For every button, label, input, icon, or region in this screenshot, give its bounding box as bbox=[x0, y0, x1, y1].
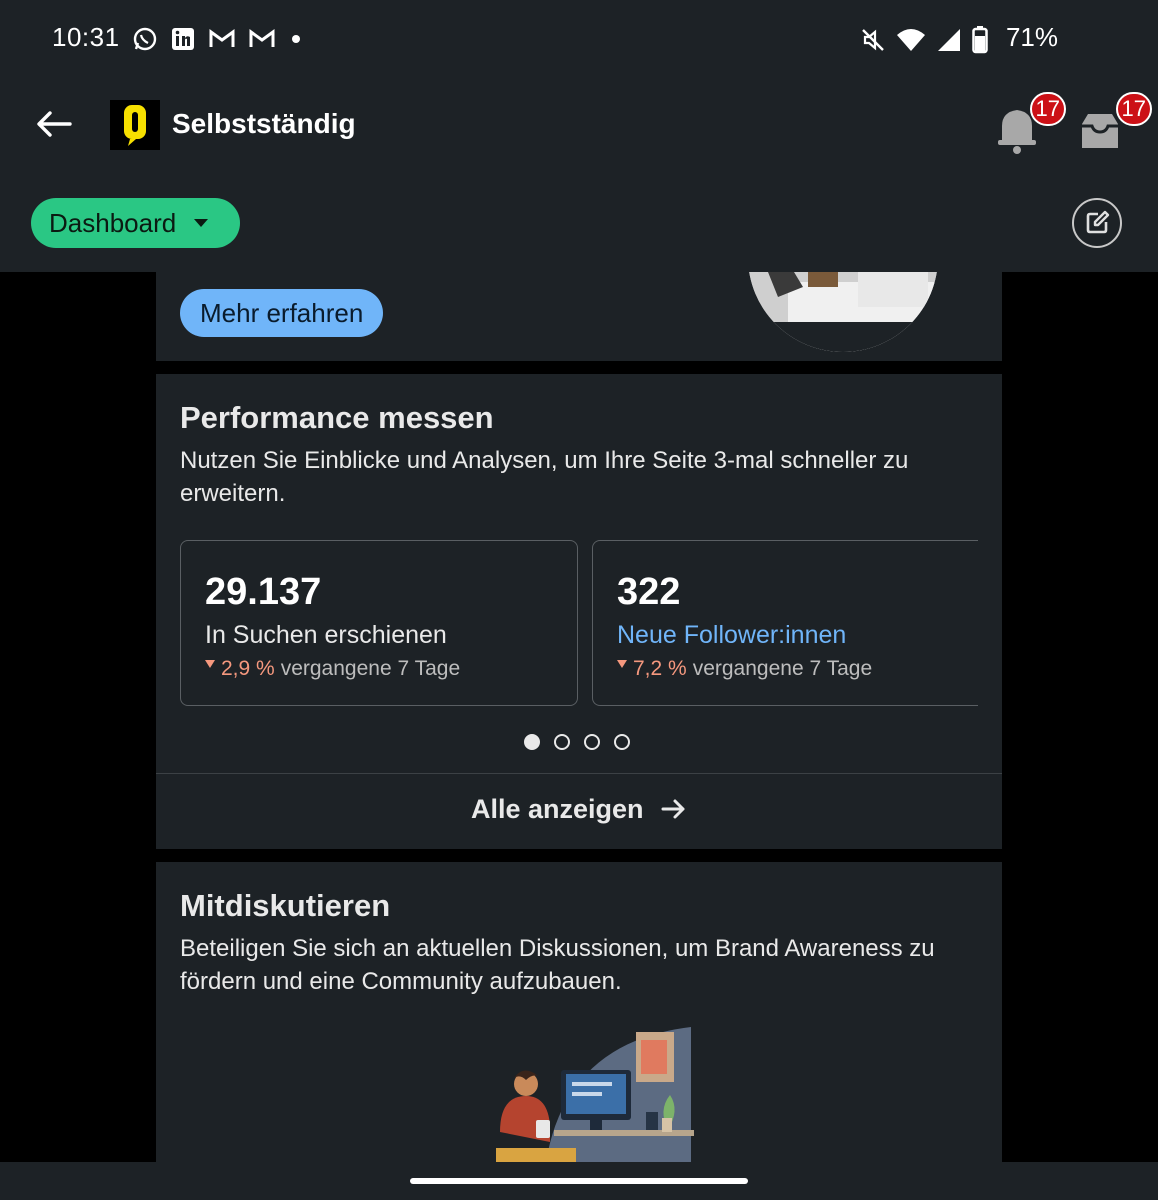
notifications-button[interactable]: 17 bbox=[992, 92, 1066, 158]
metric-change-percent: 2,9 % bbox=[221, 657, 275, 680]
promo-image bbox=[748, 272, 938, 352]
battery-icon bbox=[972, 26, 988, 54]
carousel-dot[interactable] bbox=[584, 734, 600, 750]
metric-label-link[interactable]: Neue Follower:innen bbox=[617, 621, 846, 650]
dot-icon bbox=[292, 35, 300, 43]
discuss-title: Mitdiskutieren bbox=[180, 888, 391, 923]
metric-change: 7,2 % vergangene 7 Tage bbox=[617, 657, 872, 681]
status-time: 10:31 bbox=[52, 22, 120, 52]
carousel-dot[interactable] bbox=[614, 734, 630, 750]
see-all-label: Alle anzeigen bbox=[470, 794, 644, 824]
dashboard-label: Dashboard bbox=[49, 207, 177, 238]
metric-change-period: vergangene 7 Tage bbox=[692, 657, 873, 680]
gmail-icon bbox=[249, 29, 275, 47]
metric-change: 2,9 % vergangene 7 Tage bbox=[205, 657, 460, 681]
discussion-illustration bbox=[496, 1027, 694, 1162]
performance-description: Nutzen Sie Einblicke und Analysen, um Ih… bbox=[180, 447, 909, 507]
promo-card: Mehr erfahren bbox=[156, 272, 1002, 361]
divider bbox=[156, 773, 1002, 774]
performance-title: Performance messen bbox=[180, 400, 494, 435]
metric-card-search[interactable]: 29.137 In Suchen erschienen 2,9 % vergan… bbox=[180, 540, 578, 706]
wifi-icon bbox=[897, 29, 925, 51]
office-photo-icon bbox=[748, 272, 938, 352]
status-bar: 10:31 71% bbox=[0, 0, 1158, 78]
discuss-description: Beteiligen Sie sich an aktuellen Diskuss… bbox=[180, 935, 935, 995]
gesture-bar bbox=[0, 1162, 1158, 1200]
caret-down-icon bbox=[194, 219, 209, 227]
metric-label: In Suchen erschienen bbox=[205, 621, 447, 649]
dashboard-dropdown[interactable]: Dashboard bbox=[31, 198, 240, 248]
system-icons bbox=[860, 26, 988, 54]
notifications-badge: 17 bbox=[1029, 92, 1066, 126]
signal-icon bbox=[938, 29, 960, 51]
see-all-button[interactable]: Alle anzeigen bbox=[156, 794, 1002, 825]
gmail-icon bbox=[209, 29, 235, 47]
mute-icon bbox=[862, 29, 884, 51]
learn-more-button[interactable]: Mehr erfahren bbox=[180, 289, 384, 337]
discuss-card: Mitdiskutieren Beteiligen Sie sich an ak… bbox=[156, 862, 1002, 1162]
trend-down-icon bbox=[617, 660, 627, 668]
notification-icons bbox=[132, 26, 304, 52]
back-arrow-icon[interactable] bbox=[34, 104, 74, 144]
metric-change-percent: 7,2 % bbox=[633, 657, 687, 680]
edit-icon bbox=[1086, 210, 1110, 234]
metric-card-followers[interactable]: 322 Neue Follower:innen 7,2 % vergangene… bbox=[592, 540, 978, 706]
metric-change-period: vergangene 7 Tage bbox=[280, 657, 461, 680]
inbox-button[interactable]: 17 bbox=[1078, 92, 1152, 158]
arrow-right-icon bbox=[661, 799, 685, 819]
carousel-indicator bbox=[524, 734, 630, 750]
home-indicator[interactable] bbox=[410, 1178, 748, 1184]
logo-mark-icon bbox=[124, 105, 146, 146]
edit-button[interactable] bbox=[1072, 198, 1122, 248]
carousel-dot[interactable] bbox=[554, 734, 570, 750]
inbox-badge: 17 bbox=[1115, 92, 1152, 126]
battery-percent: 71% bbox=[1005, 22, 1058, 52]
trend-down-icon bbox=[205, 660, 215, 668]
metric-value: 29.137 bbox=[205, 571, 322, 613]
performance-card: Performance messen Nutzen Sie Einblicke … bbox=[156, 374, 1002, 849]
carousel-dot-active[interactable] bbox=[524, 734, 540, 750]
metric-value: 322 bbox=[617, 571, 681, 613]
company-logo bbox=[110, 100, 160, 150]
app-header: Selbstständig 17 17 Dashboard bbox=[0, 78, 1158, 272]
linkedin-icon bbox=[172, 28, 194, 50]
whatsapp-icon bbox=[133, 27, 157, 51]
page-title: Selbstständig bbox=[172, 108, 356, 139]
